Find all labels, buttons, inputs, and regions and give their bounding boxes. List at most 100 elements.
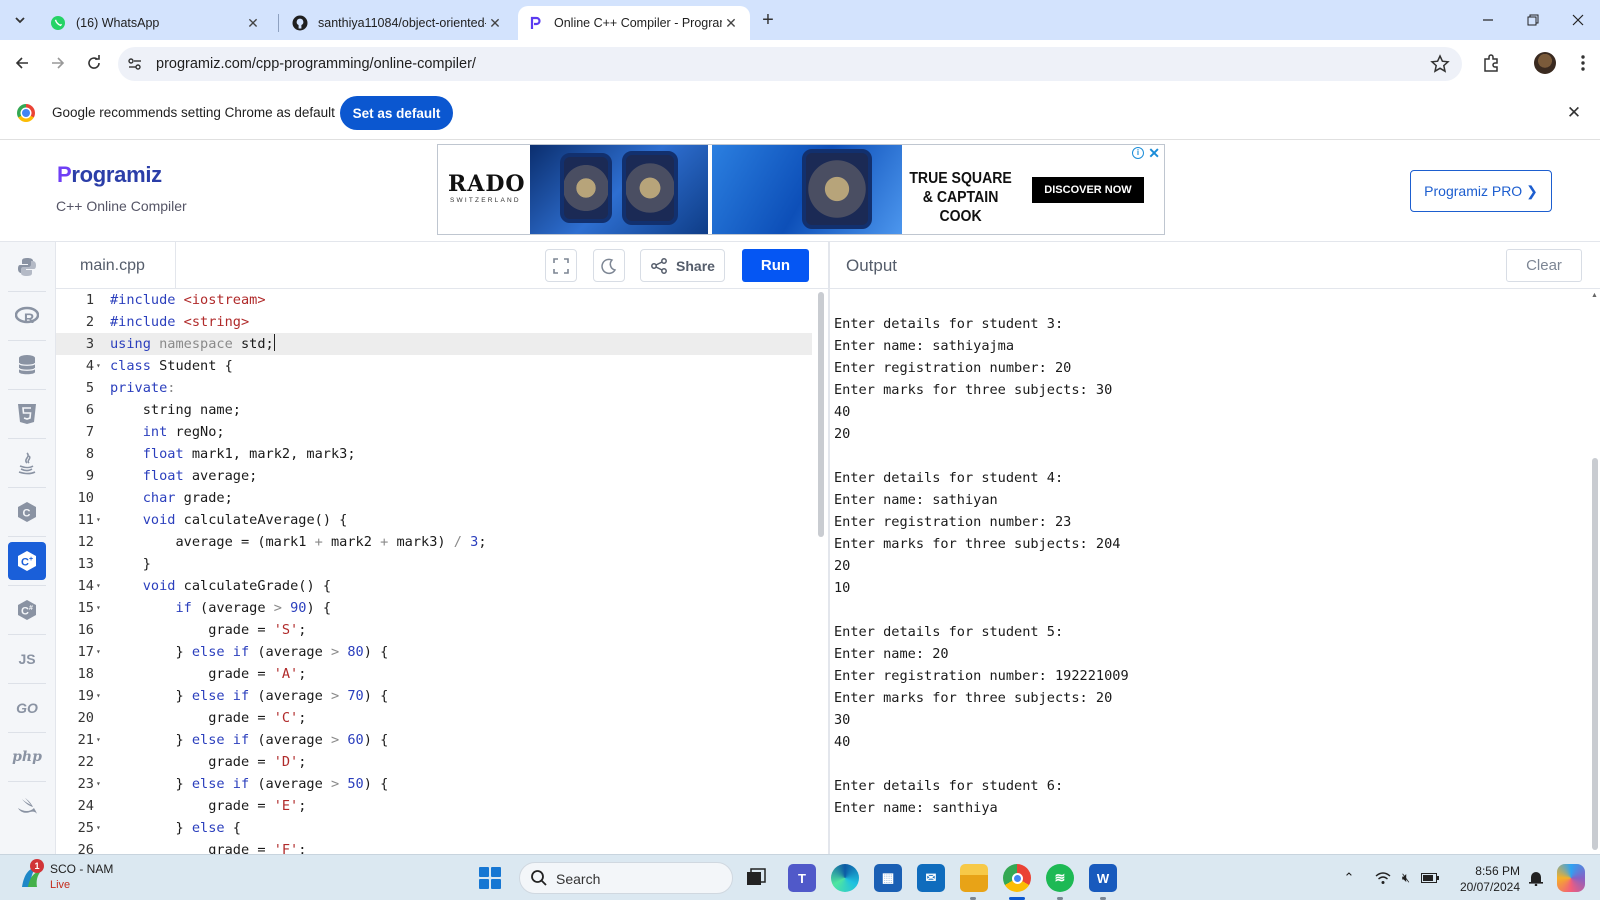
go-icon[interactable]: GO [8,689,46,727]
dark-mode-button[interactable] [593,249,625,282]
speaker-muted-icon[interactable]: 🔇︎ [1397,869,1415,887]
code-line[interactable]: 10 char grade; [56,487,812,509]
code-line[interactable]: 25 ▾ } else { [56,817,812,839]
fold-toggle-icon[interactable]: ▾ [96,575,101,597]
code-line[interactable]: 18 grade = 'A'; [56,663,812,685]
copilot-icon[interactable] [1557,864,1585,892]
more-menu-icon[interactable] [1572,52,1594,74]
ad-discover-button[interactable]: DISCOVER NOW [1032,177,1144,203]
output-console[interactable]: Enter details for student 3: Enter name: … [834,313,1584,853]
sql-icon[interactable] [8,346,46,384]
weather-title[interactable]: SCO - NAM [50,862,113,876]
ad-close-icon[interactable]: ✕ [1148,145,1160,162]
programiz-logo[interactable]: Programiz [57,162,162,188]
taskbar-search[interactable]: Search [519,862,733,894]
close-tab-icon[interactable]: ✕ [244,14,262,32]
code-line[interactable]: 2 #include <string> [56,311,812,333]
code-line[interactable]: 7 int regNo; [56,421,812,443]
edge-icon[interactable] [831,864,859,892]
clear-button[interactable]: Clear [1506,249,1582,282]
programiz-pro-button[interactable]: Programiz PRO ❯ [1410,170,1552,212]
csharp-icon[interactable]: C # [8,591,46,629]
code-line[interactable]: 21 ▾ } else if (average > 60) { [56,729,812,751]
pane-divider[interactable] [828,242,830,854]
start-button[interactable] [479,867,501,889]
code-editor[interactable]: 1 #include <iostream> 2 #include <string> 3 u… [56,289,828,854]
close-tab-icon[interactable]: ✕ [722,14,740,32]
code-line[interactable]: 3 using namespace std; [56,333,812,355]
code-line[interactable]: 22 grade = 'D'; [56,751,812,773]
code-line[interactable]: 13 } [56,553,812,575]
code-line[interactable]: 17 ▾ } else if (average > 80) { [56,641,812,663]
code-line[interactable]: 12 average = (mark1 + mark2 + mark3) / 3… [56,531,812,553]
fold-toggle-icon[interactable]: ▾ [96,773,101,795]
notifications-bell-icon[interactable] [1527,869,1545,887]
file-tab-main-cpp[interactable]: main.cpp [56,242,176,289]
output-scrollbar[interactable] [1592,458,1598,850]
reload-button[interactable] [82,51,106,75]
tab-programiz[interactable]: Online C++ Compiler - Program ✕ [518,6,750,40]
scroll-up-arrow-icon[interactable]: ▲ [1591,292,1598,299]
code-line[interactable]: 4 ▾ class Student { [56,355,812,377]
chevron-up-icon[interactable]: ⌃ [1340,869,1358,887]
minimize-button[interactable] [1476,8,1500,32]
r-icon[interactable]: R [8,297,46,335]
editor-scrollbar[interactable] [818,292,824,537]
ad-banner[interactable]: RADO SWITZERLAND TRUE SQUARE & CAPTAIN C… [437,144,1165,235]
extensions-puzzle-icon[interactable] [1481,52,1503,74]
wifi-icon[interactable] [1374,869,1392,887]
file-explorer-icon[interactable] [960,864,988,892]
code-line[interactable]: 19 ▾ } else if (average > 70) { [56,685,812,707]
code-line[interactable]: 26 grade = 'F'; [56,839,812,854]
fold-toggle-icon[interactable]: ▾ [96,817,101,839]
javascript-icon[interactable]: JS [8,640,46,678]
swift-icon[interactable] [8,787,46,825]
fold-toggle-icon[interactable]: ▾ [96,685,101,707]
fold-toggle-icon[interactable]: ▾ [96,355,101,377]
code-line[interactable]: 24 grade = 'E'; [56,795,812,817]
battery-icon[interactable] [1421,869,1439,887]
back-button[interactable] [10,51,34,75]
fold-toggle-icon[interactable]: ▾ [96,597,101,619]
site-settings-icon[interactable] [126,55,144,73]
cpp-icon[interactable]: C + [8,542,46,580]
ad-info-icon[interactable]: i [1132,147,1144,159]
spotify-icon[interactable]: ≋ [1046,864,1074,892]
tab-whatsapp[interactable]: (16) WhatsApp ✕ [40,6,272,40]
profile-avatar[interactable] [1534,52,1556,74]
mail-icon[interactable]: ✉ [917,864,945,892]
close-tab-icon[interactable]: ✕ [486,14,504,32]
fold-toggle-icon[interactable]: ▾ [96,641,101,663]
code-line[interactable]: 1 #include <iostream> [56,289,812,311]
html5-icon[interactable] [8,395,46,433]
teams-icon[interactable]: T [788,864,816,892]
java-icon[interactable] [8,444,46,482]
fold-toggle-icon[interactable]: ▾ [96,729,101,751]
close-window-button[interactable] [1566,8,1590,32]
fullscreen-button[interactable] [545,249,577,282]
python-icon[interactable] [8,248,46,286]
code-line[interactable]: 23 ▾ } else if (average > 50) { [56,773,812,795]
chrome-icon[interactable] [1003,864,1031,892]
clock[interactable]: 8:56 PM 20/07/2024 [1440,863,1520,895]
php-icon[interactable]: php [8,738,46,776]
code-line[interactable]: 11 ▾ void calculateAverage() { [56,509,812,531]
code-line[interactable]: 15 ▾ if (average > 90) { [56,597,812,619]
code-line[interactable]: 6 string name; [56,399,812,421]
infobar-close-icon[interactable]: ✕ [1564,103,1584,123]
share-button[interactable]: Share [640,249,725,282]
code-line[interactable]: 9 float average; [56,465,812,487]
set-as-default-button[interactable]: Set as default [340,96,453,130]
tab-github[interactable]: santhiya11084/object-oriented- ✕ [282,6,514,40]
code-line[interactable]: 8 float mark1, mark2, mark3; [56,443,812,465]
restore-button[interactable] [1521,8,1545,32]
code-line[interactable]: 14 ▾ void calculateGrade() { [56,575,812,597]
code-line[interactable]: 5 private: [56,377,812,399]
store-icon[interactable]: ▦ [874,864,902,892]
word-icon[interactable]: W [1089,864,1117,892]
c-icon[interactable]: C [8,493,46,531]
new-tab-button[interactable]: + [756,9,780,33]
task-view-icon[interactable] [742,864,770,892]
code-line[interactable]: 20 grade = 'C'; [56,707,812,729]
address-bar[interactable]: programiz.com/cpp-programming/online-com… [118,47,1462,81]
